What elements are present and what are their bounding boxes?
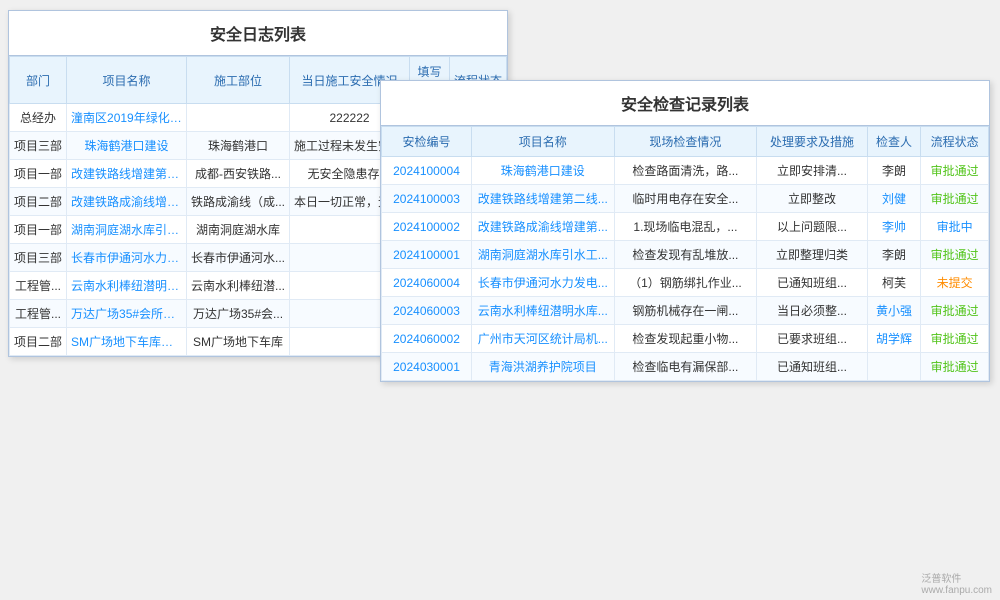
table-cell: 检查临电有漏保部...	[614, 353, 757, 381]
table-cell: 李朗	[867, 157, 920, 185]
table-cell: 立即安排清...	[757, 157, 868, 185]
table-cell: 审批通过	[921, 185, 989, 213]
table-cell: 1.现场临电混乱，...	[614, 213, 757, 241]
table-cell: 项目二部	[10, 188, 67, 216]
right-panel: 安全检查记录列表 安检编号项目名称现场检查情况处理要求及措施检查人流程状态 20…	[380, 80, 990, 382]
table-cell[interactable]: 湖南洞庭湖水库引水工...	[472, 241, 615, 269]
left-panel-title: 安全日志列表	[9, 11, 507, 56]
table-row: 2024100004珠海鹤港口建设检查路面清洗，路...立即安排清...李朗审批…	[382, 157, 989, 185]
table-cell[interactable]: 改建铁路线增建第二线...	[472, 185, 615, 213]
table-cell[interactable]: 改建铁路线增建第二线直...	[67, 160, 187, 188]
table-cell: 总经办	[10, 104, 67, 132]
table-row: 2024100002改建铁路成渝线增建第...1.现场临电混乱，...以上问题限…	[382, 213, 989, 241]
table-row: 2024060004长春市伊通河水力发电...（1）钢筋绑扎作业...已通知班组…	[382, 269, 989, 297]
table-cell: 临时用电存在安全...	[614, 185, 757, 213]
table-cell[interactable]: 李帅	[867, 213, 920, 241]
table-cell: 珠海鹤港口	[187, 132, 290, 160]
table-cell: 当日必须整...	[757, 297, 868, 325]
table-cell: 审批中	[921, 213, 989, 241]
right-col-header: 处理要求及措施	[757, 127, 868, 157]
table-cell: 已要求班组...	[757, 325, 868, 353]
table-cell: 李朗	[867, 241, 920, 269]
table-cell: 项目一部	[10, 216, 67, 244]
table-cell: 检查发现起重小物...	[614, 325, 757, 353]
table-cell[interactable]: 黄小强	[867, 297, 920, 325]
watermark: 泛普软件 www.fanpu.com	[921, 570, 992, 596]
watermark-line2: www.fanpu.com	[921, 585, 992, 596]
table-cell: 检查路面清洗，路...	[614, 157, 757, 185]
right-col-header: 流程状态	[921, 127, 989, 157]
table-cell[interactable]: 刘健	[867, 185, 920, 213]
table-cell: 项目三部	[10, 244, 67, 272]
table-cell[interactable]: 云南水利棒纽潜明水库...	[472, 297, 615, 325]
table-cell: 成都-西安铁路...	[187, 160, 290, 188]
table-cell[interactable]: 2024100003	[382, 185, 472, 213]
table-cell: SM广场地下车库	[187, 328, 290, 356]
table-cell[interactable]: 潼南区2019年绿化补贴项...	[67, 104, 187, 132]
table-cell: 项目一部	[10, 160, 67, 188]
table-cell	[187, 104, 290, 132]
table-cell: 立即整改	[757, 185, 868, 213]
table-cell[interactable]: 2024060004	[382, 269, 472, 297]
right-col-header: 项目名称	[472, 127, 615, 157]
table-cell: 未提交	[921, 269, 989, 297]
table-cell: 审批通过	[921, 325, 989, 353]
table-row: 2024060003云南水利棒纽潜明水库...钢筋机械存在一闸...当日必须整.…	[382, 297, 989, 325]
table-cell[interactable]: SM广场地下车库更换摄...	[67, 328, 187, 356]
table-cell: 柯芙	[867, 269, 920, 297]
table-cell: 湖南洞庭湖水库	[187, 216, 290, 244]
table-cell: 审批通过	[921, 157, 989, 185]
right-col-header: 安检编号	[382, 127, 472, 157]
table-cell	[867, 353, 920, 381]
table-cell: 审批通过	[921, 241, 989, 269]
table-cell[interactable]: 万达广场35#会所及咖啡...	[67, 300, 187, 328]
table-cell[interactable]: 珠海鹤港口建设	[472, 157, 615, 185]
table-cell[interactable]: 长春市伊通河水力发电厂...	[67, 244, 187, 272]
table-cell[interactable]: 湖南洞庭湖水库引水工程...	[67, 216, 187, 244]
right-col-header: 现场检查情况	[614, 127, 757, 157]
left-col-header: 部门	[10, 57, 67, 104]
table-cell[interactable]: 2024060002	[382, 325, 472, 353]
table-cell[interactable]: 改建铁路成渝线增建第二...	[67, 188, 187, 216]
table-cell[interactable]: 2024100002	[382, 213, 472, 241]
table-cell: 钢筋机械存在一闸...	[614, 297, 757, 325]
right-table: 安检编号项目名称现场检查情况处理要求及措施检查人流程状态 2024100004珠…	[381, 126, 989, 381]
table-cell[interactable]: 青海洪湖养护院项目	[472, 353, 615, 381]
table-cell: 云南水利棒纽潜...	[187, 272, 290, 300]
left-col-header: 施工部位	[187, 57, 290, 104]
right-panel-title: 安全检查记录列表	[381, 81, 989, 126]
table-cell: 审批通过	[921, 297, 989, 325]
table-row: 2024100001湖南洞庭湖水库引水工...检查发现有乱堆放...立即整理归类…	[382, 241, 989, 269]
table-cell[interactable]: 长春市伊通河水力发电...	[472, 269, 615, 297]
table-cell[interactable]: 2024100001	[382, 241, 472, 269]
table-cell[interactable]: 广州市天河区统计局机...	[472, 325, 615, 353]
table-cell: 万达广场35#会...	[187, 300, 290, 328]
table-cell: 检查发现有乱堆放...	[614, 241, 757, 269]
table-cell: 已通知班组...	[757, 353, 868, 381]
table-cell: 立即整理归类	[757, 241, 868, 269]
left-col-header: 项目名称	[67, 57, 187, 104]
table-cell: 工程管...	[10, 272, 67, 300]
table-cell[interactable]: 胡学辉	[867, 325, 920, 353]
table-cell: 已通知班组...	[757, 269, 868, 297]
table-cell[interactable]: 云南水利棒纽潜明水库—...	[67, 272, 187, 300]
table-cell: 以上问题限...	[757, 213, 868, 241]
table-row: 2024100003改建铁路线增建第二线...临时用电存在安全...立即整改刘健…	[382, 185, 989, 213]
table-cell: （1）钢筋绑扎作业...	[614, 269, 757, 297]
table-cell: 长春市伊通河水...	[187, 244, 290, 272]
table-row: 2024060002广州市天河区统计局机...检查发现起重小物...已要求班组.…	[382, 325, 989, 353]
table-cell[interactable]: 改建铁路成渝线增建第...	[472, 213, 615, 241]
watermark-line1: 泛普软件	[921, 574, 961, 585]
table-cell[interactable]: 2024060003	[382, 297, 472, 325]
table-cell: 项目二部	[10, 328, 67, 356]
right-col-header: 检查人	[867, 127, 920, 157]
table-cell[interactable]: 2024100004	[382, 157, 472, 185]
table-cell: 铁路成渝线（成...	[187, 188, 290, 216]
table-cell[interactable]: 2024030001	[382, 353, 472, 381]
table-row: 2024030001青海洪湖养护院项目检查临电有漏保部...已通知班组... 审批…	[382, 353, 989, 381]
table-cell[interactable]: 珠海鹤港口建设	[67, 132, 187, 160]
table-cell: 工程管...	[10, 300, 67, 328]
table-cell: 审批通过	[921, 353, 989, 381]
table-cell: 项目三部	[10, 132, 67, 160]
